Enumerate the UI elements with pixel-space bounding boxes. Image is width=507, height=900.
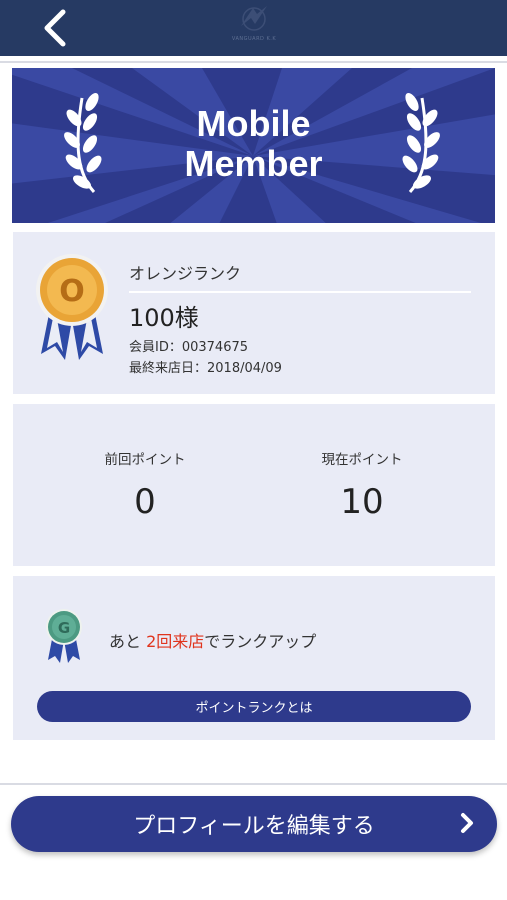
rank-name: オレンジランク bbox=[129, 264, 242, 283]
member-name: 100様 bbox=[129, 304, 199, 332]
last-visit-date: 最終来店日：2018/04/09 bbox=[129, 361, 282, 376]
header-divider bbox=[0, 61, 507, 63]
banner-title: Mobile Member bbox=[12, 104, 495, 184]
rank-up-card: G あと 2回来店でランクアップ ポイントランクとは bbox=[13, 576, 495, 740]
previous-points-label: 前回ポイント bbox=[104, 452, 186, 468]
rank-up-prefix: あと bbox=[109, 632, 147, 651]
previous-points: 前回ポイント 0 bbox=[45, 448, 245, 522]
current-points-label: 現在ポイント bbox=[321, 452, 403, 468]
edit-profile-label: プロフィールを編集する bbox=[133, 814, 375, 839]
member-id: 会員ID：00374675 bbox=[129, 340, 249, 355]
rank-medal-letter: O bbox=[59, 274, 85, 309]
member-rank-card: O オレンジランク 100様 会員ID：00374675 最終来店日：2018/… bbox=[13, 232, 495, 394]
rank-up-message: あと 2回来店でランクアップ bbox=[109, 628, 316, 652]
mobile-member-banner: Mobile Member bbox=[12, 68, 495, 223]
rankup-medal-letter: G bbox=[58, 619, 70, 637]
chevron-left-icon bbox=[44, 9, 66, 47]
point-rank-info-button[interactable]: ポイントランクとは bbox=[37, 691, 471, 722]
point-rank-info-label: ポイントランクとは bbox=[195, 701, 313, 716]
rank-up-suffix: でランクアップ bbox=[204, 632, 317, 651]
previous-points-value: 0 bbox=[134, 482, 156, 522]
rank-divider bbox=[129, 291, 471, 293]
banner-title-line1: Mobile bbox=[196, 103, 311, 144]
logo-text: VANGUARD K.K bbox=[231, 36, 277, 42]
rank-up-highlight: 2回来店 bbox=[146, 632, 205, 651]
green-rank-medal-icon: G bbox=[46, 609, 82, 663]
logo-mark-icon bbox=[241, 6, 267, 31]
footer-divider bbox=[0, 783, 507, 785]
orange-rank-medal-icon: O bbox=[36, 254, 108, 360]
current-points: 現在ポイント 10 bbox=[262, 448, 462, 522]
brand-logo: VANGUARD K.K bbox=[222, 4, 286, 52]
current-points-value: 10 bbox=[340, 482, 384, 522]
points-card: 前回ポイント 0 現在ポイント 10 bbox=[13, 404, 495, 566]
chevron-right-icon bbox=[461, 813, 473, 833]
back-button[interactable] bbox=[34, 6, 74, 50]
top-navigation-bar: VANGUARD K.K bbox=[0, 0, 507, 56]
banner-title-line2: Member bbox=[184, 143, 323, 184]
edit-profile-button[interactable]: プロフィールを編集する bbox=[11, 796, 497, 852]
